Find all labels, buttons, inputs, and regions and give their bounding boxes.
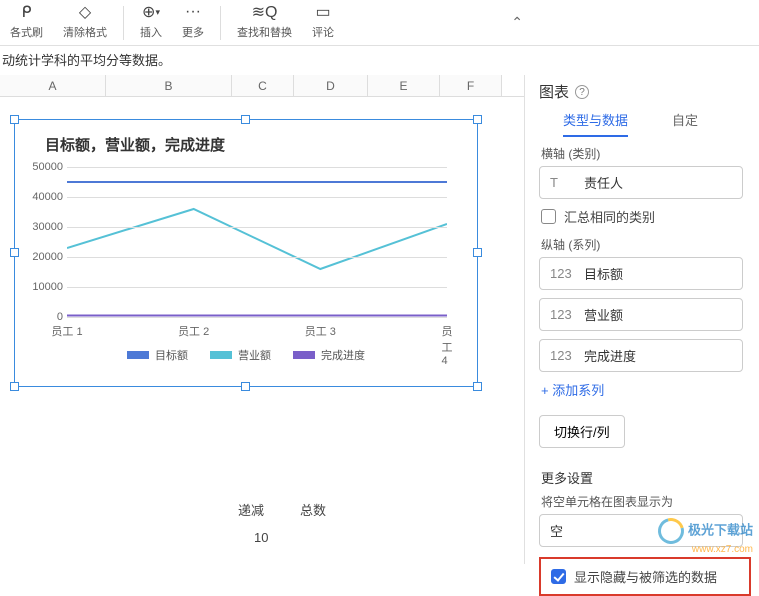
top-toolbar: ᑭ 各式刷 ◇ 清除格式 ⊕▾ 插入 ··· 更多 ≋Q 查找和替换 ▭ 评论 … <box>0 0 759 46</box>
tab-customize[interactable]: 自定 <box>672 110 698 137</box>
resize-handle[interactable] <box>10 382 19 391</box>
tab-type-data[interactable]: 类型与数据 <box>563 110 628 137</box>
panel-tabs: 类型与数据 自定 <box>539 110 759 137</box>
checkbox-checked-icon[interactable] <box>551 569 566 584</box>
highlighted-option: 显示隐藏与被筛选的数据 <box>539 557 751 596</box>
swap-rows-cols-button[interactable]: 切换行/列 <box>539 415 625 448</box>
legend-swatch <box>293 351 315 359</box>
column-headers: A B C D E F <box>0 75 524 97</box>
legend-item[interactable]: 完成进度 <box>293 347 365 363</box>
col-header[interactable]: E <box>368 75 440 96</box>
resize-handle[interactable] <box>473 382 482 391</box>
grid-area[interactable]: 目标额，营业额，完成进度 01000020000300004000050000员… <box>0 97 524 547</box>
plus-circle-icon: ⊕▾ <box>142 2 160 22</box>
number-type-icon: 123 <box>550 307 576 322</box>
spreadsheet-pane: A B C D E F 目标额，营业额，完成进度 0100 <box>0 75 524 564</box>
eraser-icon: ◇ <box>79 2 91 22</box>
more-settings-label: 更多设置 <box>541 468 759 487</box>
show-hidden-checkbox-row[interactable]: 显示隐藏与被筛选的数据 <box>551 567 739 586</box>
comment-icon: ▭ <box>315 2 330 22</box>
add-series-button[interactable]: + 添加系列 <box>541 380 759 399</box>
find-replace-button[interactable]: ≋Q 查找和替换 <box>227 2 302 40</box>
number-type-icon: 123 <box>550 348 576 363</box>
chart-title: 目标额，营业额，完成进度 <box>15 120 477 161</box>
resize-handle[interactable] <box>241 115 250 124</box>
search-list-icon: ≋Q <box>252 2 278 22</box>
legend-item[interactable]: 营业额 <box>210 347 271 363</box>
collapse-toolbar-icon[interactable]: ⌃ <box>511 14 523 31</box>
resize-handle[interactable] <box>10 248 19 257</box>
cell-value: 10 <box>254 530 268 545</box>
series-field[interactable]: 123目标额 <box>539 257 743 290</box>
aggregate-checkbox-row[interactable]: 汇总相同的类别 <box>541 207 759 226</box>
ellipsis-icon: ··· <box>185 2 201 22</box>
legend-swatch <box>127 351 149 359</box>
empty-cell-select[interactable]: 空 <box>539 514 743 547</box>
resize-handle[interactable] <box>241 382 250 391</box>
col-header[interactable]: C <box>232 75 294 96</box>
format-brush-button[interactable]: ᑭ 各式刷 <box>0 2 53 40</box>
resize-handle[interactable] <box>10 115 19 124</box>
col-header[interactable]: B <box>106 75 232 96</box>
x-axis-section-label: 横轴 (类别) <box>541 145 759 162</box>
resize-handle[interactable] <box>473 115 482 124</box>
x-axis-field[interactable]: T 责任人 <box>539 166 743 199</box>
resize-handle[interactable] <box>473 248 482 257</box>
col-header[interactable]: A <box>0 75 106 96</box>
col-header[interactable]: F <box>440 75 502 96</box>
help-icon[interactable]: ? <box>575 85 589 99</box>
checkbox-icon[interactable] <box>541 209 556 224</box>
description-text: 动统计学科的平均分等数据。 <box>0 46 759 75</box>
table-row: 递减总数 <box>238 500 362 519</box>
empty-cell-label: 将空单元格在图表显示为 <box>541 493 759 510</box>
y-axis-section-label: 纵轴 (系列) <box>541 236 759 253</box>
insert-button[interactable]: ⊕▾ 插入 <box>130 2 172 40</box>
col-header[interactable]: D <box>294 75 368 96</box>
panel-title: 图表 ? <box>539 81 759 110</box>
chart-legend: 目标额 营业额 完成进度 <box>15 347 477 363</box>
legend-item[interactable]: 目标额 <box>127 347 188 363</box>
brush-icon: ᑭ <box>21 2 31 22</box>
chart-plot: 01000020000300004000050000员工 1员工 2员工 3员工… <box>67 167 447 317</box>
series-field[interactable]: 123完成进度 <box>539 339 743 372</box>
series-field[interactable]: 123营业额 <box>539 298 743 331</box>
more-button[interactable]: ··· 更多 <box>172 2 214 40</box>
chart-config-panel: 图表 ? 类型与数据 自定 横轴 (类别) T 责任人 汇总相同的类别 纵轴 (… <box>524 75 759 564</box>
number-type-icon: 123 <box>550 266 576 281</box>
text-type-icon: T <box>550 175 576 190</box>
comment-button[interactable]: ▭ 评论 <box>302 2 344 40</box>
clear-format-button[interactable]: ◇ 清除格式 <box>53 2 117 40</box>
legend-swatch <box>210 351 232 359</box>
chart-object[interactable]: 目标额，营业额，完成进度 01000020000300004000050000员… <box>14 119 478 387</box>
